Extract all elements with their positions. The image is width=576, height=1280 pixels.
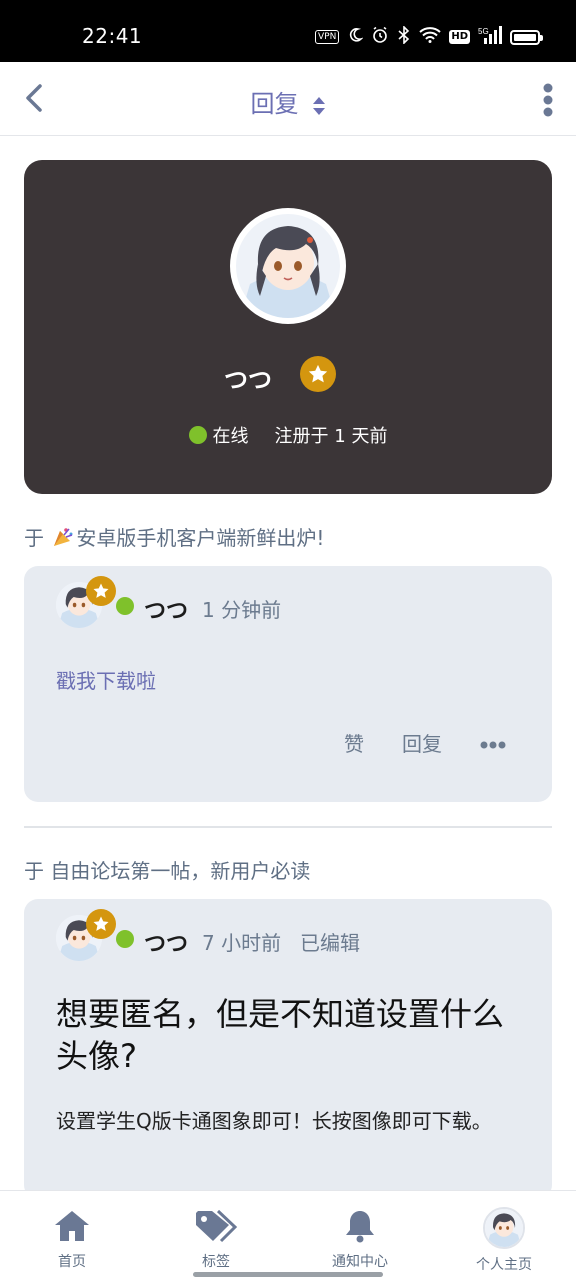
context-title: 自由论坛第一帖，新用户必读 <box>50 859 311 883</box>
sort-icon <box>312 96 326 120</box>
post-body: 设置学生Q版卡通图象即可！长按图像即可下载。 <box>56 1109 492 1133</box>
context-prefix: 于 <box>24 526 44 550</box>
nav-home[interactable]: 首页 <box>0 1191 144 1280</box>
bottom-navigation: 首页 标签 通知中心 个人主页 <box>0 1190 576 1280</box>
author-name[interactable]: つつ <box>144 926 188 958</box>
profile-card: つつ 在线 注册于 1 天前 <box>24 160 552 494</box>
like-button[interactable]: 赞 <box>344 728 364 757</box>
bluetooth-icon <box>397 25 411 48</box>
post-card: つつ 7 小时前 已编辑 想要匿名，但是不知道设置什么头像? 设置学生Q版卡通图… <box>24 899 552 1199</box>
anime-avatar-image <box>236 214 340 318</box>
tag-icon <box>194 1209 238 1247</box>
context-title: 安卓版手机客户端新鲜出炉! <box>76 526 325 550</box>
context-prefix: 于 <box>24 859 44 883</box>
nav-profile[interactable]: 个人主页 <box>432 1191 576 1280</box>
post-context-1[interactable]: 于 安卓版手机客户端新鲜出炉! <box>24 522 324 551</box>
vpn-icon: VPN <box>315 30 340 44</box>
online-indicator <box>116 597 134 615</box>
post-card: つつ 1 分钟前 戳我下载啦 赞 回复 <box>24 566 552 802</box>
nav-notifications-label: 通知中心 <box>332 1254 388 1270</box>
more-horizontal-icon[interactable] <box>480 731 506 755</box>
wifi-icon <box>419 27 441 47</box>
page-title: 回复 <box>250 90 299 118</box>
profile-meta: 在线 注册于 1 天前 <box>24 422 552 448</box>
edited-label: 已编辑 <box>300 931 360 955</box>
more-vertical-icon <box>543 83 553 117</box>
star-badge-icon <box>86 909 116 939</box>
title-dropdown[interactable]: 回复 <box>0 84 576 120</box>
star-badge-icon <box>300 356 336 392</box>
top-app-bar: 回复 <box>0 62 576 136</box>
star-badge-icon <box>86 576 116 606</box>
post-content-link[interactable]: 戳我下载啦 <box>56 665 156 694</box>
online-indicator <box>188 426 207 444</box>
nav-home-label: 首页 <box>58 1254 86 1270</box>
author-name[interactable]: つつ <box>144 593 188 625</box>
divider <box>24 826 552 828</box>
nav-profile-label: 个人主页 <box>476 1257 532 1273</box>
post-time: 7 小时前 <box>202 931 282 955</box>
alarm-icon <box>371 26 389 48</box>
profile-name: つつ <box>224 366 272 394</box>
hd-icon: HD <box>449 30 470 44</box>
post-actions: 赞 回复 <box>344 728 506 757</box>
post-title: 想要匿名，但是不知道设置什么头像? <box>56 995 505 1075</box>
nav-tags[interactable]: 标签 <box>144 1191 288 1280</box>
home-indicator <box>193 1272 383 1277</box>
status-time: 22:41 <box>82 24 143 48</box>
avatar <box>483 1207 525 1249</box>
post-time: 1 分钟前 <box>202 598 282 622</box>
bell-icon <box>344 1209 376 1247</box>
nav-tags-label: 标签 <box>202 1254 230 1270</box>
status-bar: 22:41 VPN HD 5G <box>0 0 576 62</box>
post-context-2[interactable]: 于 自由论坛第一帖，新用户必读 <box>24 855 310 884</box>
home-icon <box>53 1209 91 1247</box>
online-indicator <box>116 930 134 948</box>
nav-notifications[interactable]: 通知中心 <box>288 1191 432 1280</box>
battery-icon <box>510 29 543 45</box>
online-status: 在线 <box>212 426 249 447</box>
party-popper-icon <box>52 526 74 548</box>
avatar[interactable] <box>230 208 346 324</box>
more-options-button[interactable] <box>540 82 556 118</box>
reply-button[interactable]: 回复 <box>402 728 442 757</box>
moon-icon <box>347 27 365 47</box>
status-icons: VPN HD 5G <box>315 25 543 48</box>
svg-text:5G: 5G <box>478 27 489 36</box>
signal-icon: 5G <box>478 26 502 48</box>
registration-info: 注册于 1 天前 <box>274 426 388 447</box>
